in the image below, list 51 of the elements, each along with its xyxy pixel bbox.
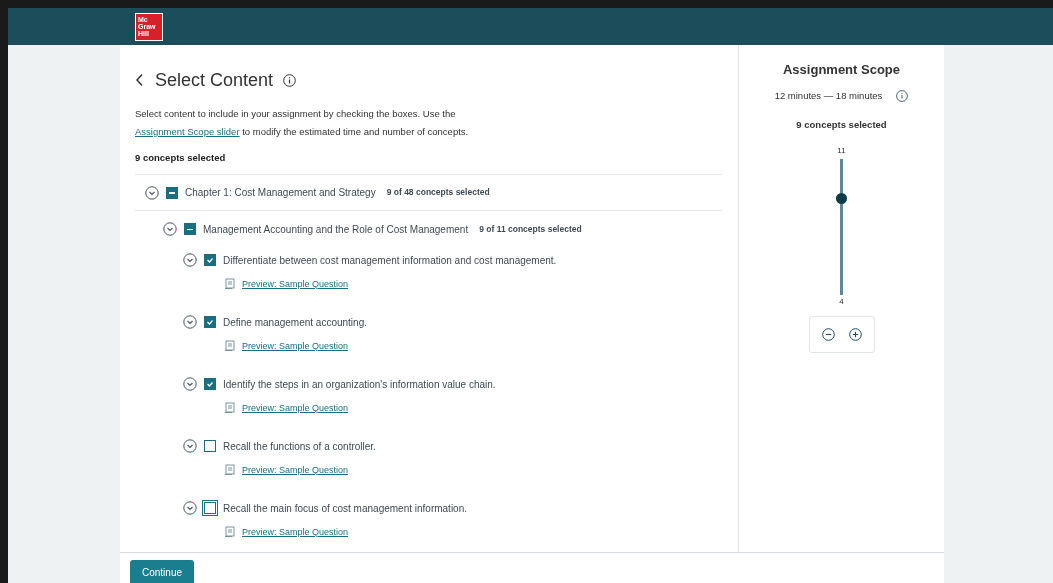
slider-max-label: 11 [837,145,846,157]
document-icon [224,526,236,539]
document-icon [224,402,236,415]
checkbox[interactable] [166,186,178,199]
expand-chevron-icon[interactable] [145,185,159,200]
checkbox[interactable] [204,440,216,453]
expand-chevron-icon[interactable] [183,253,197,268]
preview-link[interactable]: Preview: Sample Question [242,339,349,353]
checkmark-icon [206,256,214,265]
preview-link[interactable]: Preview: Sample Question [242,525,349,539]
expand-chevron-icon[interactable] [183,315,197,330]
selection-count: 9 of 11 concepts selected [479,222,582,236]
concepts-selected: 9 concepts selected [796,117,887,132]
checkbox[interactable] [204,378,216,391]
time-estimate: 12 minutes — 18 minutes [774,88,883,103]
expand-chevron-icon[interactable] [183,439,197,454]
concept-label: Identify the steps in an organization's information value chain. [223,377,496,392]
instructions-text: Select content to include in your assignment by checking the boxes. Use the Assignment Scope slider to modify the estimated time and number of concepts. [135,107,470,139]
selection-count: 9 of 48 concepts selected [386,186,490,200]
checkbox[interactable] [204,316,216,329]
concept-label: Differentiate between cost management information and cost management. [223,253,557,268]
checkmark-icon [206,318,214,327]
document-icon [224,340,236,353]
section-title: Management Accounting and the Role of Cost Management [203,222,469,237]
expand-chevron-icon[interactable] [183,501,197,516]
preview-link[interactable]: Preview: Sample Question [242,401,349,415]
continue-button[interactable]: Continue [130,559,195,583]
preview-link[interactable]: Preview: Sample Question [242,463,349,477]
document-icon [224,278,236,291]
checkbox[interactable] [184,223,196,236]
info-icon[interactable] [283,73,297,87]
assignment-scope-link[interactable]: Assignment Scope slider [135,126,240,137]
info-icon[interactable] [896,89,909,102]
slider-min-label: 4 [839,296,844,308]
slider-thumb[interactable] [836,192,847,204]
selected-count: 9 concepts selected [135,151,227,165]
concept-label: Recall the main focus of cost management information. [223,501,467,516]
expand-chevron-icon[interactable] [183,377,197,392]
document-icon [224,464,236,477]
concept-label: Recall the functions of a controller. [223,439,376,454]
plus-icon[interactable] [848,328,862,341]
page-title: Select Content [155,68,274,92]
minus-icon[interactable] [821,328,835,341]
checkbox[interactable] [204,254,216,267]
concept-label: Define management accounting. [223,315,367,330]
back-chevron-icon[interactable] [135,73,145,87]
preview-link[interactable]: Preview: Sample Question [242,277,349,291]
section-title: Chapter 1: Cost Management and Strategy [185,186,376,201]
scope-title: Assignment Scope [783,61,900,79]
checkmark-icon [206,380,214,389]
expand-chevron-icon[interactable] [163,222,177,237]
